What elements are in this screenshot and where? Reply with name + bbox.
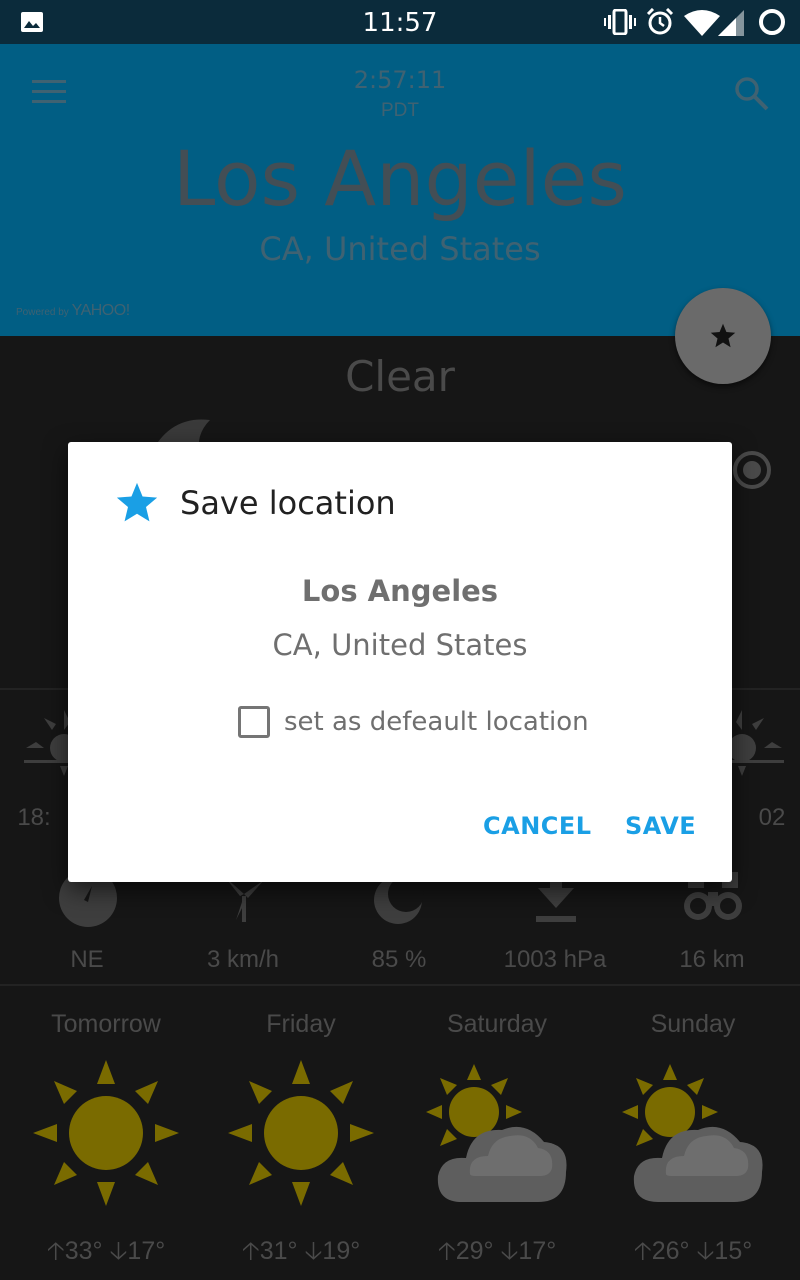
save-button[interactable]: SAVE: [625, 812, 696, 840]
save-location-dialog: Save location Los Angeles CA, United Sta…: [68, 442, 732, 882]
cancel-button[interactable]: CANCEL: [483, 812, 592, 840]
default-location-option[interactable]: set as defeault location: [238, 704, 589, 740]
checkbox-label[interactable]: set as defeault location: [284, 707, 589, 737]
dialog-title: Save location: [180, 484, 396, 522]
dialog-city: Los Angeles: [301, 574, 499, 608]
dialog-region: CA, United States: [272, 628, 528, 662]
default-location-checkbox[interactable]: [238, 706, 270, 738]
star-icon: [116, 482, 158, 522]
